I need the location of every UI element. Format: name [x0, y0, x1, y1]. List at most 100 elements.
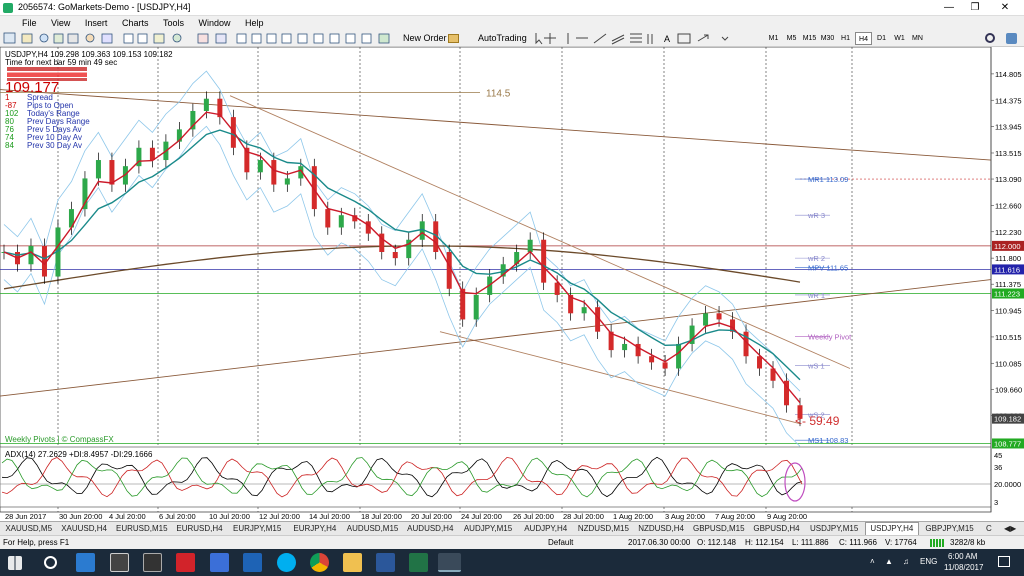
time-tick-label: 30 Jun 20:00	[59, 512, 102, 521]
chart-tab[interactable]: AUDJPY,H4	[519, 523, 572, 535]
chart-tab[interactable]: GBPUSD,M15	[690, 523, 748, 535]
traffic-text: 3282/8 kb	[950, 538, 986, 547]
tray-volume-icon[interactable]: ♫	[903, 557, 909, 566]
time-tick-label: 24 Jul 20:00	[461, 512, 502, 521]
price-tick-label: 114.375	[995, 96, 1022, 105]
time-tick-label: 6 Jul 20:00	[159, 512, 196, 521]
chart-tab[interactable]: EURJPY,H4	[288, 523, 341, 535]
language-indicator[interactable]: ENG	[920, 557, 937, 566]
menu-file[interactable]: File	[16, 16, 43, 30]
chart-tab[interactable]: USDJPY,H4	[865, 522, 919, 536]
shift-icon	[281, 33, 292, 44]
tf-m30[interactable]: M30	[819, 32, 836, 45]
cortana-icon[interactable]	[44, 556, 57, 569]
menu-view[interactable]: View	[45, 16, 76, 30]
channel-icon	[611, 34, 625, 45]
price-marker-label: 108.777	[994, 439, 1021, 448]
tf-w1[interactable]: W1	[891, 32, 908, 45]
community-icon[interactable]	[1006, 33, 1017, 44]
price-marker-label: 112.000	[994, 242, 1021, 251]
zoom-out-icon	[137, 33, 148, 44]
window-title: 2056574: GoMarkets-Demo - [USDJPY,H4]	[18, 2, 191, 12]
menu-insert[interactable]: Insert	[79, 16, 114, 30]
tf-h4[interactable]: H4	[855, 32, 872, 45]
word-icon[interactable]	[376, 553, 395, 572]
chart-tab[interactable]: XAUUSD,H4	[57, 523, 110, 535]
tray-network-icon[interactable]: ▲	[885, 557, 893, 566]
explorer-icon[interactable]	[343, 553, 362, 572]
chart-tab[interactable]: GBPUSD,H4	[750, 523, 803, 535]
chart-tab[interactable]: AUDJPY,M15	[459, 523, 517, 535]
adx-label: ADX(14) 27.2629 +DI:8.4957 -DI:29.1666	[5, 450, 153, 459]
stat-label: Prev 30 Day Av	[27, 141, 82, 150]
price-tick-label: 111.800	[995, 254, 1021, 263]
tf-h1[interactable]: H1	[837, 32, 854, 45]
tf-m15[interactable]: M15	[801, 32, 818, 45]
status-high: H: 112.154	[745, 538, 784, 547]
kaspersky-icon[interactable]	[176, 553, 195, 572]
skype-icon[interactable]	[277, 553, 296, 572]
candle-body	[662, 362, 668, 369]
metatrader-icon[interactable]	[438, 553, 461, 572]
tf-m1[interactable]: M1	[765, 32, 782, 45]
pivot-label: wR 1	[807, 291, 825, 300]
indicator-legend	[5, 67, 87, 81]
excel-icon[interactable]	[409, 553, 428, 572]
autoscroll-icon	[266, 33, 277, 44]
tile-icon	[153, 33, 165, 44]
clock-time[interactable]: 6:00 AM	[948, 552, 977, 561]
windows-start-icon[interactable]	[8, 556, 22, 570]
pivots-footer: Weekly Pivots | © CompassFX	[5, 435, 114, 444]
status-volume: V: 17764	[885, 538, 917, 547]
menu-tools[interactable]: Tools	[157, 16, 190, 30]
menu-bar: File View Insert Charts Tools Window Hel…	[0, 16, 1024, 30]
candle-body	[460, 288, 466, 320]
trendline-icon	[593, 33, 607, 44]
chrome-icon[interactable]	[310, 553, 329, 572]
time-tick-label: 9 Aug 20:00	[767, 512, 807, 521]
tf-m5[interactable]: M5	[783, 32, 800, 45]
chart-tab[interactable]: EURUSD,M15	[113, 523, 171, 535]
pivot-label: MS1 108.83	[808, 436, 848, 445]
chart-window[interactable]: 114.5 MR1 113.09 wR 3 MPV 111.65 wR 2 wR 1 Wee…	[0, 47, 1024, 521]
tf-d1[interactable]: D1	[873, 32, 890, 45]
adx-axis-label: 45	[994, 451, 1002, 460]
new-order-button[interactable]: New Order	[403, 32, 447, 45]
notifications-icon[interactable]	[998, 556, 1010, 567]
menu-window[interactable]: Window	[193, 16, 237, 30]
restore-button[interactable]: ❐	[960, 0, 990, 16]
clock-date[interactable]: 11/08/2017	[944, 563, 983, 572]
price-tick-label: 113.090	[995, 175, 1022, 184]
chart-tab[interactable]: USDJPY,M15	[805, 523, 863, 535]
calculator-icon[interactable]	[143, 553, 162, 572]
shield-icon[interactable]	[210, 553, 229, 572]
market-watch-icon	[39, 33, 49, 43]
chart-tab[interactable]: EURJPY,M15	[228, 523, 286, 535]
outlook-icon[interactable]	[243, 553, 262, 572]
bar-countdown: <- 59:49	[795, 414, 840, 428]
pivot-label: wR 2	[807, 254, 825, 263]
tray-up-icon[interactable]: ˄	[870, 557, 875, 566]
chart-tab[interactable]: XAUUSD,M5	[2, 523, 55, 535]
chart-tab[interactable]: AUDUSD,H4	[404, 523, 457, 535]
tab-scroll-arrows-icon[interactable]: ◀▶	[1004, 523, 1016, 535]
chart-tab[interactable]: GBPJPY,M15	[921, 523, 979, 535]
chart-tab[interactable]: NZDUSD,M15	[574, 523, 632, 535]
chart-tab[interactable]: NZDUSD,H4	[634, 523, 687, 535]
chart-info-panel: USDJPY,H4 109.298 109.363 109.153 109.18…	[5, 50, 173, 150]
chart-tab[interactable]: EURUSD,H4	[173, 523, 226, 535]
snapshot-icon	[329, 33, 340, 44]
menu-charts[interactable]: Charts	[116, 16, 155, 30]
chart-tab[interactable]: AUDUSD,M15	[344, 523, 402, 535]
search-icon[interactable]	[985, 33, 995, 43]
auto-trading-button[interactable]: AutoTrading	[478, 32, 527, 45]
chart-tab[interactable]: C	[981, 523, 998, 535]
status-datetime: 2017.06.30 00:00	[628, 538, 691, 547]
close-button[interactable]: ✕	[990, 0, 1020, 16]
candle-body	[257, 160, 263, 173]
tf-mn[interactable]: MN	[909, 32, 926, 45]
store-icon[interactable]	[110, 553, 129, 572]
candle-body	[757, 356, 763, 369]
menu-help[interactable]: Help	[239, 16, 270, 30]
edge-icon[interactable]	[76, 553, 95, 572]
